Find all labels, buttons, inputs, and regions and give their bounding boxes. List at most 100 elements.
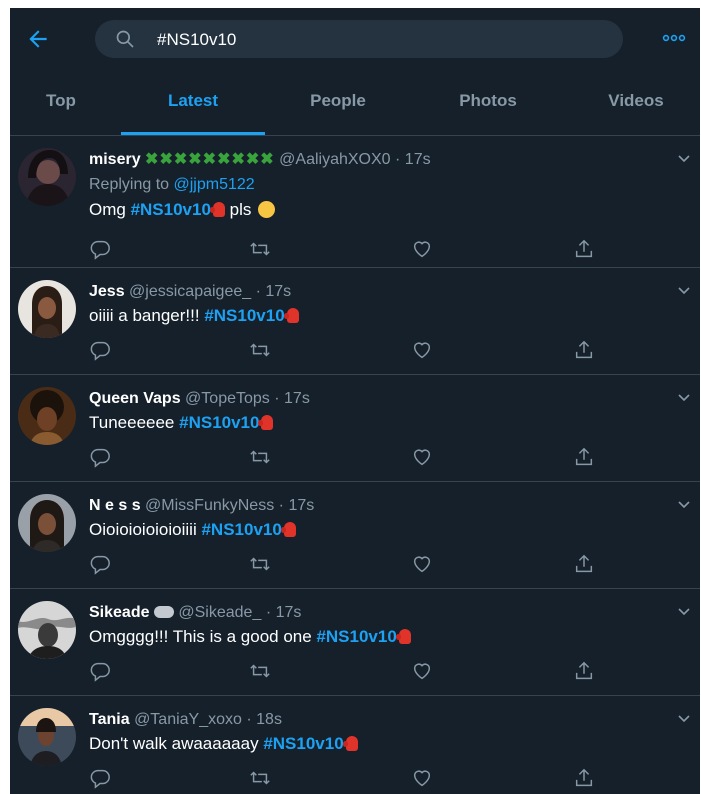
like-icon[interactable]: [411, 238, 433, 260]
top-bar: [10, 8, 700, 70]
search-tabs: Top Latest People Photos Videos: [10, 70, 700, 136]
tweet-actions: [89, 660, 609, 682]
tweet[interactable]: misery ✖✖✖✖✖✖✖✖✖ @AaliyahXOX0 · 17s Repl…: [10, 136, 700, 268]
hashtag-link[interactable]: #NS10v10: [179, 413, 259, 432]
timestamp[interactable]: 17s: [276, 604, 302, 621]
retweet-icon[interactable]: [249, 238, 271, 260]
like-icon[interactable]: [411, 660, 433, 682]
hashtag-link[interactable]: #NS10v10: [201, 520, 281, 539]
like-icon[interactable]: [411, 446, 433, 468]
user-handle[interactable]: @TaniaY_xoxo: [134, 711, 242, 728]
chevron-down-icon[interactable]: [676, 603, 692, 619]
tweet-header: Jess @jessicapaigee_ · 17s: [89, 282, 291, 302]
share-icon[interactable]: [573, 238, 595, 260]
user-handle[interactable]: @jessicapaigee_: [129, 283, 251, 300]
avatar[interactable]: [18, 708, 76, 766]
tweet[interactable]: N e s s @MissFunkyNess · 17s Oioioioioio…: [10, 482, 700, 589]
chevron-down-icon[interactable]: [676, 389, 692, 405]
hashtag-link[interactable]: #NS10v10: [263, 734, 343, 753]
timestamp[interactable]: 17s: [288, 497, 314, 514]
tweet[interactable]: Tania @TaniaY_xoxo · 18s Don't walk awaa…: [10, 696, 700, 794]
share-icon[interactable]: [573, 446, 595, 468]
mention-link[interactable]: @jjpm5122: [174, 176, 255, 193]
tweet-header: Queen Vaps @TopeTops · 17s: [89, 389, 310, 409]
display-name[interactable]: misery: [89, 151, 141, 168]
boxing-glove-emoji: [258, 415, 274, 430]
back-arrow-icon[interactable]: [25, 26, 51, 52]
more-icon[interactable]: [662, 28, 686, 48]
like-icon[interactable]: [411, 553, 433, 575]
share-icon[interactable]: [573, 660, 595, 682]
timestamp[interactable]: 17s: [265, 283, 291, 300]
chevron-down-icon[interactable]: [676, 496, 692, 512]
tweet-text-body: Don't walk awaaaaaay: [89, 734, 259, 753]
separator-dot: ·: [255, 283, 261, 300]
reply-icon[interactable]: [89, 238, 111, 260]
hashtag-link[interactable]: #NS10v10: [204, 306, 284, 325]
avatar[interactable]: [18, 148, 76, 206]
search-box[interactable]: [95, 20, 623, 60]
tweet-text: oiiii a banger!!! #NS10v10: [89, 305, 299, 327]
hashtag-link[interactable]: #NS10v10: [316, 627, 396, 646]
avatar[interactable]: [18, 280, 76, 338]
tab-top[interactable]: Top: [10, 70, 112, 135]
boxing-glove-emoji: [280, 522, 296, 537]
tab-label: Top: [46, 91, 76, 110]
tweet-header: Sikeade @Sikeade_ · 17s: [89, 603, 301, 623]
search-input[interactable]: [155, 20, 599, 60]
tweet-header: Tania @TaniaY_xoxo · 18s: [89, 710, 282, 730]
reply-icon[interactable]: [89, 446, 111, 468]
share-icon[interactable]: [573, 767, 595, 789]
reply-icon[interactable]: [89, 660, 111, 682]
reply-icon[interactable]: [89, 339, 111, 361]
active-tab-indicator: [121, 132, 265, 135]
tweet-text-body: Oioioioioioioiiii: [89, 520, 197, 539]
share-icon[interactable]: [573, 339, 595, 361]
retweet-icon[interactable]: [249, 553, 271, 575]
tab-videos[interactable]: Videos: [570, 70, 700, 135]
retweet-icon[interactable]: [249, 339, 271, 361]
share-icon[interactable]: [573, 553, 595, 575]
user-handle[interactable]: @Sikeade_: [178, 604, 261, 621]
like-icon[interactable]: [411, 339, 433, 361]
like-icon[interactable]: [411, 767, 433, 789]
avatar[interactable]: [18, 494, 76, 552]
tweet-actions: [89, 767, 609, 789]
separator-dot: ·: [395, 151, 401, 168]
tab-label: Photos: [459, 91, 517, 110]
reply-icon[interactable]: [89, 767, 111, 789]
user-handle[interactable]: @TopeTops: [185, 390, 270, 407]
timestamp[interactable]: 17s: [405, 151, 431, 168]
user-handle[interactable]: @AaliyahXOX0: [279, 151, 390, 168]
tweet[interactable]: Sikeade @Sikeade_ · 17s Omgggg!!! This i…: [10, 589, 700, 696]
tweet[interactable]: Jess @jessicapaigee_ · 17s oiiii a bange…: [10, 268, 700, 375]
display-name[interactable]: Jess: [89, 283, 125, 300]
display-name[interactable]: Tania: [89, 711, 130, 728]
retweet-icon[interactable]: [249, 446, 271, 468]
tweet-text: Tuneeeeee #NS10v10: [89, 412, 274, 434]
user-handle[interactable]: @MissFunkyNess: [145, 497, 274, 514]
display-name[interactable]: Queen Vaps: [89, 390, 181, 407]
separator-dot: ·: [246, 711, 252, 728]
tab-latest[interactable]: Latest: [121, 70, 265, 135]
retweet-icon[interactable]: [249, 660, 271, 682]
tab-people[interactable]: People: [272, 70, 404, 135]
retweet-icon[interactable]: [249, 767, 271, 789]
tab-photos[interactable]: Photos: [422, 70, 554, 135]
chevron-down-icon[interactable]: [676, 282, 692, 298]
reply-icon[interactable]: [89, 553, 111, 575]
chevron-down-icon[interactable]: [676, 710, 692, 726]
avatar[interactable]: [18, 601, 76, 659]
chevron-down-icon[interactable]: [676, 150, 692, 166]
replying-label: Replying to: [89, 176, 170, 193]
display-name[interactable]: Sikeade: [89, 604, 149, 621]
tweet-text-body: pls: [229, 200, 252, 219]
timestamp[interactable]: 18s: [256, 711, 282, 728]
avatar[interactable]: [18, 387, 76, 445]
timestamp[interactable]: 17s: [284, 390, 310, 407]
tweet[interactable]: Queen Vaps @TopeTops · 17s Tuneeeeee #NS…: [10, 375, 700, 482]
hashtag-link[interactable]: #NS10v10: [131, 200, 211, 219]
display-name[interactable]: N e s s: [89, 497, 141, 514]
boxing-glove-emoji: [342, 736, 358, 751]
replying-to: Replying to @jjpm5122: [89, 176, 255, 194]
